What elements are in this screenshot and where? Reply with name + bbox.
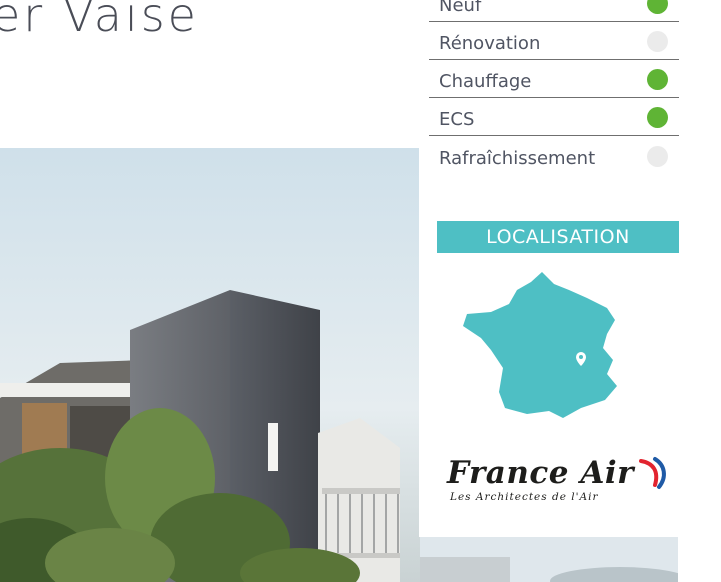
- criteria-row-ecs: ECS: [429, 98, 679, 136]
- status-dot-active: [647, 107, 668, 128]
- project-photo: [0, 148, 420, 582]
- page-title: er Vaise: [0, 0, 199, 42]
- criteria-row-neuf: Neuf: [429, 0, 679, 22]
- criteria-row-renovation: Rénovation: [429, 22, 679, 60]
- logo-tagline: Les Architectes de l'Air: [450, 491, 599, 503]
- france-map-icon: [457, 268, 667, 438]
- status-dot-active: [647, 0, 668, 14]
- criteria-row-chauffage: Chauffage: [429, 60, 679, 98]
- criteria-label: Rénovation: [439, 33, 541, 54]
- criteria-list: Neuf Rénovation Chauffage ECS Rafraîchis…: [429, 0, 679, 174]
- swoosh-icon: [639, 457, 666, 489]
- criteria-label: Rafraîchissement: [439, 148, 596, 169]
- criteria-row-rafraichissement: Rafraîchissement: [429, 136, 679, 174]
- criteria-label: Chauffage: [439, 71, 532, 92]
- status-dot-inactive: [647, 146, 668, 167]
- project-photo-strip: [420, 537, 678, 582]
- localisation-heading: LOCALISATION: [437, 221, 679, 253]
- logo-name: France Air: [447, 455, 634, 491]
- status-dot-active: [647, 69, 668, 90]
- criteria-label: ECS: [439, 109, 475, 130]
- info-panel: Neuf Rénovation Chauffage ECS Rafraîchis…: [419, 0, 680, 537]
- status-dot-inactive: [647, 31, 668, 52]
- france-air-logo: France Air Les Architectes de l'Air: [447, 455, 677, 515]
- criteria-label: Neuf: [439, 0, 482, 16]
